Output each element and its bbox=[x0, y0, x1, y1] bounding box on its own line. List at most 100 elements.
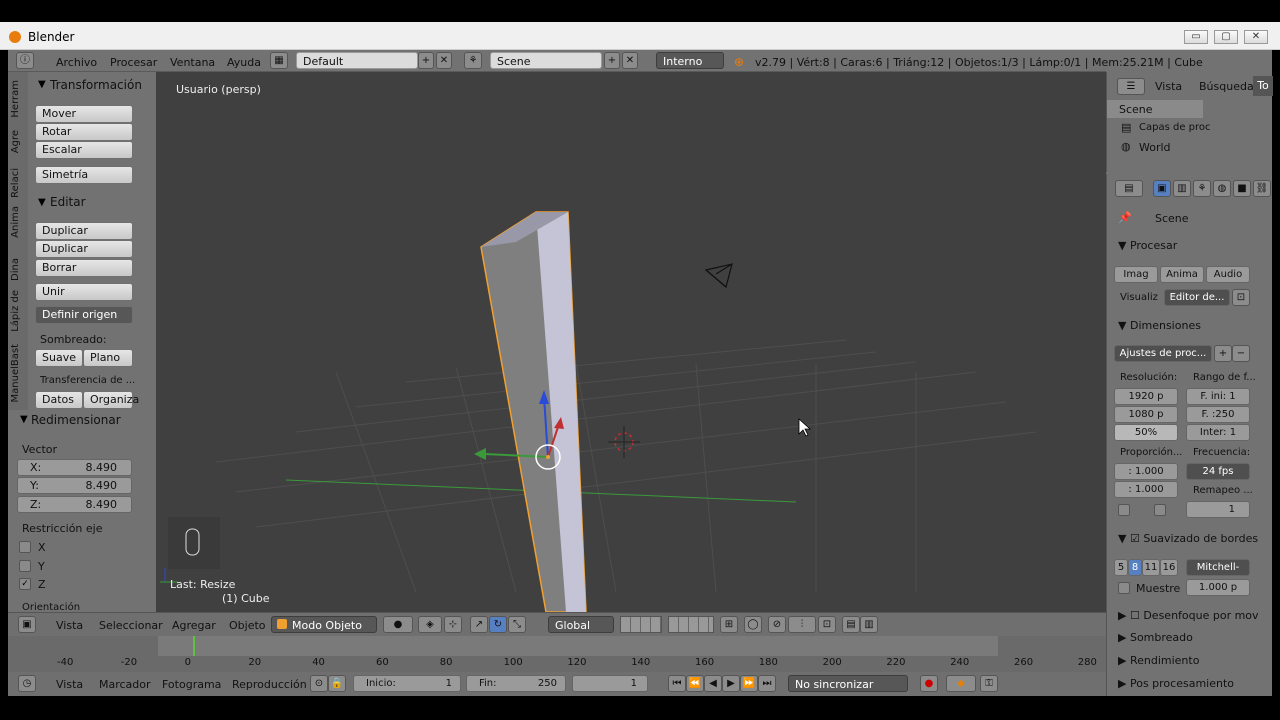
render-image-icon[interactable]: ▤ bbox=[842, 616, 860, 633]
resolution-percent-field[interactable]: 50% bbox=[1114, 424, 1178, 441]
close-button[interactable]: ✕ bbox=[1244, 30, 1268, 44]
tab-manuelbast[interactable]: ManuelBast bbox=[10, 344, 21, 402]
duplicate-linked-button[interactable]: Duplicar vinculado bbox=[35, 240, 133, 271]
pin-icon[interactable]: 📌 bbox=[1118, 211, 1132, 224]
minimize-button[interactable]: ▭ bbox=[1184, 30, 1208, 44]
menu-objeto[interactable]: Objeto bbox=[229, 619, 266, 632]
menu-tl-vista[interactable]: Vista bbox=[56, 678, 83, 691]
panel-motion-blur[interactable]: ▶ ☐ Desenfoque por mov bbox=[1118, 609, 1259, 622]
jump-start-icon[interactable]: ⏮ bbox=[668, 675, 686, 692]
snap-element-icon[interactable]: ⫶ bbox=[788, 616, 816, 633]
outliner-editor-type-icon[interactable]: ☰ bbox=[1117, 78, 1145, 95]
play-icon[interactable]: ▶ bbox=[722, 675, 740, 692]
set-origin-select[interactable]: Definir origen bbox=[35, 306, 133, 324]
layer-buttons-2[interactable] bbox=[668, 616, 714, 633]
crop-checkbox[interactable] bbox=[1154, 504, 1166, 516]
layers-tab-icon[interactable]: ▥ bbox=[1173, 180, 1191, 197]
delete-button[interactable]: Borrar bbox=[35, 259, 133, 277]
menu-seleccionar[interactable]: Seleccionar bbox=[99, 619, 163, 632]
manipulator-toggle-icon[interactable]: ⊹ bbox=[444, 616, 462, 633]
display-select[interactable]: Editor de... bbox=[1164, 289, 1230, 306]
frame-step-field[interactable]: Inter: 1 bbox=[1186, 424, 1250, 441]
sync-mode-select[interactable]: No sincronizar bbox=[788, 675, 908, 692]
start-frame-field[interactable]: Inicio: 1 bbox=[353, 675, 461, 692]
organize-button[interactable]: Organiza bbox=[83, 391, 139, 409]
expand-triangle-icon[interactable]: ▼ bbox=[20, 414, 28, 425]
add-preset-icon[interactable]: + bbox=[1214, 345, 1232, 362]
scene-tab-icon[interactable]: ⚘ bbox=[1193, 180, 1211, 197]
aa-samples-11[interactable]: 11 bbox=[1142, 559, 1160, 576]
3d-viewport[interactable] bbox=[156, 72, 1106, 612]
render-audio-button[interactable]: Audio bbox=[1206, 266, 1250, 283]
full-sample-checkbox[interactable] bbox=[1118, 582, 1130, 594]
rotate-manipulator-icon[interactable]: ↻ bbox=[489, 616, 507, 633]
menu-archivo[interactable]: Archivo bbox=[56, 56, 97, 69]
outliner-item-scene[interactable]: Scene bbox=[1119, 103, 1153, 116]
move-button[interactable]: Mover bbox=[35, 105, 133, 123]
aspect-y-field[interactable]: : 1.000 bbox=[1114, 481, 1178, 498]
flat-button[interactable]: Plano bbox=[83, 349, 133, 367]
record-icon[interactable]: ● bbox=[920, 675, 938, 692]
remove-layout-icon[interactable]: ✕ bbox=[436, 52, 452, 69]
panel-antialiasing[interactable]: ▼ ☑ Suavizado de bordes bbox=[1118, 532, 1258, 545]
pivot-point-icon[interactable]: ◈ bbox=[418, 616, 442, 633]
timeline-playhead[interactable] bbox=[192, 636, 195, 656]
remove-preset-icon[interactable]: − bbox=[1232, 345, 1250, 362]
timeline-editor-type-icon[interactable]: ◷ bbox=[18, 675, 36, 692]
prev-keyframe-icon[interactable]: ⏪ bbox=[686, 675, 704, 692]
screen-layout-field[interactable]: Default bbox=[296, 52, 418, 69]
render-preset-select[interactable]: Ajustes de proc... bbox=[1114, 345, 1212, 362]
cube-object[interactable] bbox=[480, 211, 587, 612]
lock-interface-icon[interactable]: ⊡ bbox=[1232, 289, 1250, 306]
tab-animacion[interactable]: Anima bbox=[10, 206, 21, 238]
timeline[interactable] bbox=[8, 636, 1106, 672]
constraint-y-checkbox[interactable] bbox=[19, 560, 31, 572]
tab-lapiz[interactable]: Lápiz de bbox=[10, 290, 21, 332]
translate-manipulator-icon[interactable]: ↗ bbox=[470, 616, 488, 633]
render-image-button[interactable]: Imag bbox=[1114, 266, 1158, 283]
keying-set-icon[interactable]: ◆ bbox=[946, 675, 976, 692]
screen-layout-icon[interactable]: ▦ bbox=[270, 52, 288, 69]
outliner-display-mode[interactable]: To bbox=[1253, 76, 1273, 96]
aa-samples-16[interactable]: 16 bbox=[1160, 559, 1178, 576]
panel-performance[interactable]: ▶ Rendimiento bbox=[1118, 654, 1199, 667]
vector-y-field[interactable]: Y: 8.490 bbox=[17, 477, 132, 494]
add-scene-icon[interactable]: + bbox=[604, 52, 620, 69]
vector-z-field[interactable]: Z: 8.490 bbox=[17, 496, 132, 513]
tab-herramientas[interactable]: Herram bbox=[10, 80, 21, 118]
expand-triangle-icon[interactable]: ▼ bbox=[38, 197, 46, 208]
outliner-item-layers[interactable]: Capas de proc bbox=[1139, 122, 1211, 133]
aa-filter-size-field[interactable]: 1.000 p bbox=[1186, 579, 1250, 596]
render-animation-icon[interactable]: ▥ bbox=[860, 616, 878, 633]
constraint-x-checkbox[interactable] bbox=[19, 541, 31, 553]
panel-redimensionar[interactable]: Redimensionar bbox=[31, 413, 121, 427]
add-layout-icon[interactable]: + bbox=[418, 52, 434, 69]
tab-relaciones[interactable]: Relaci bbox=[10, 168, 21, 198]
object-tab-icon[interactable]: ■ bbox=[1233, 180, 1251, 197]
vector-x-field[interactable]: X: 8.490 bbox=[17, 459, 132, 476]
snap-target-icon[interactable]: ⊡ bbox=[818, 616, 836, 633]
keyframe-type-icon[interactable]: ⚿ bbox=[980, 675, 998, 692]
panel-transformacion[interactable]: Transformación bbox=[50, 78, 142, 92]
remove-scene-icon[interactable]: ✕ bbox=[622, 52, 638, 69]
jump-end-icon[interactable]: ⏭ bbox=[758, 675, 776, 692]
scene-icon[interactable]: ⚘ bbox=[464, 52, 482, 69]
smooth-button[interactable]: Suave bbox=[35, 349, 83, 367]
data-button[interactable]: Datos bbox=[35, 391, 83, 409]
time-remap-field[interactable]: 1 bbox=[1186, 501, 1250, 518]
scale-button[interactable]: Escalar bbox=[35, 141, 133, 159]
3d-editor-type-icon[interactable]: ▣ bbox=[18, 616, 36, 633]
mirror-button[interactable]: Simetría bbox=[35, 166, 133, 184]
resolution-x-field[interactable]: 1920 p bbox=[1114, 388, 1178, 405]
current-frame-field[interactable]: 1 bbox=[572, 675, 648, 692]
scene-field[interactable]: Scene bbox=[490, 52, 602, 69]
panel-procesar[interactable]: ▼ Procesar bbox=[1118, 239, 1177, 252]
last-operator-label[interactable]: Last: Resize bbox=[170, 578, 235, 591]
menu-busqueda[interactable]: Búsqueda bbox=[1199, 80, 1254, 93]
lock-layers-icon[interactable]: ⊞ bbox=[720, 616, 738, 633]
render-tab-icon[interactable]: ▣ bbox=[1153, 180, 1171, 197]
layer-buttons-1[interactable] bbox=[620, 616, 662, 633]
aa-samples-8[interactable]: 8 bbox=[1128, 559, 1142, 576]
border-checkbox[interactable] bbox=[1118, 504, 1130, 516]
menu-ventana[interactable]: Ventana bbox=[170, 56, 215, 69]
